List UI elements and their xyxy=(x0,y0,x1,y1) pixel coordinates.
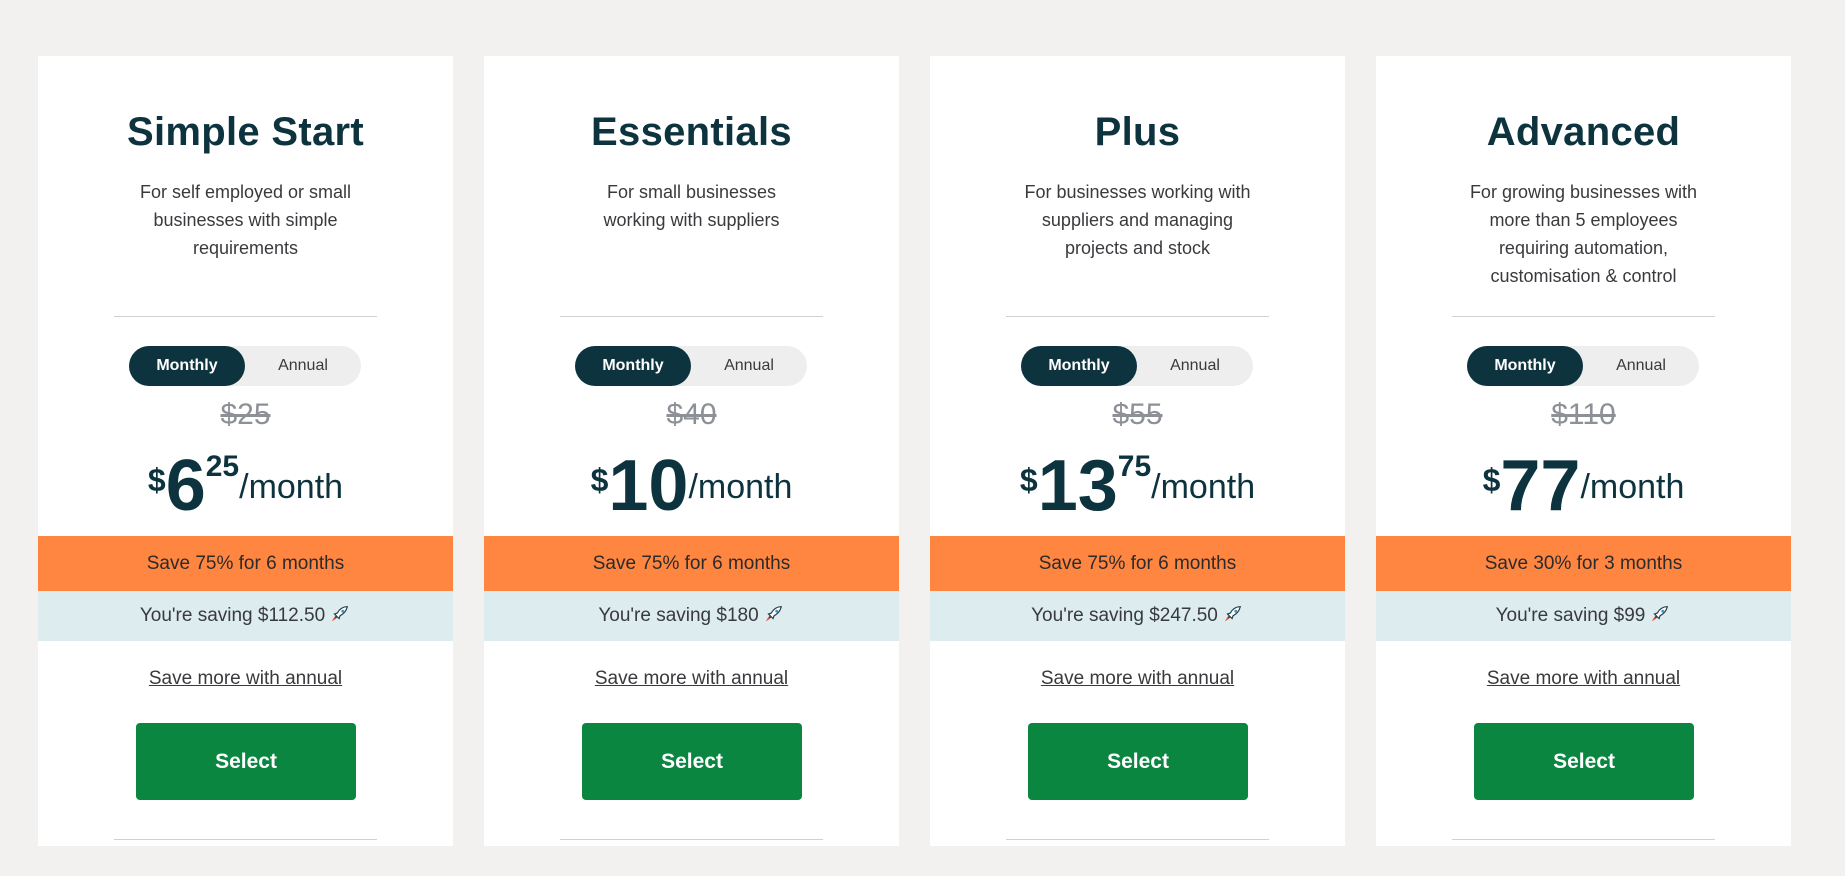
plan-description: For growing businesses with more than 5 … xyxy=(1469,182,1698,286)
plan-card-essentials: Essentials For small businesses working … xyxy=(484,56,899,846)
plan-card-advanced: Advanced For growing businesses with mor… xyxy=(1376,56,1791,846)
billing-toggle[interactable]: Monthly Annual xyxy=(575,346,807,386)
current-price: $77/month xyxy=(1376,446,1791,526)
price-whole: 77 xyxy=(1500,446,1581,526)
plan-card-plus: Plus For businesses working with supplie… xyxy=(930,56,1345,846)
saving-banner: You're saving $99 xyxy=(1376,591,1791,641)
save-more-annual-link[interactable]: Save more with annual xyxy=(38,668,453,690)
original-price: $55 xyxy=(1112,398,1163,431)
price-period: /month xyxy=(688,468,793,506)
select-button[interactable]: Select xyxy=(1474,723,1694,800)
promo-banner: Save 75% for 6 months xyxy=(38,536,453,591)
plan-title: Essentials xyxy=(591,110,792,154)
toggle-monthly[interactable]: Monthly xyxy=(1021,346,1137,386)
rocket-icon xyxy=(765,606,782,622)
saving-text: You're saving $247.50 xyxy=(1031,605,1218,626)
select-button[interactable]: Select xyxy=(1028,723,1248,800)
toggle-annual[interactable]: Annual xyxy=(245,346,361,386)
toggle-monthly[interactable]: Monthly xyxy=(575,346,691,386)
promo-banner: Save 75% for 6 months xyxy=(484,536,899,591)
divider xyxy=(1006,839,1269,840)
plan-title: Simple Start xyxy=(127,110,364,154)
divider xyxy=(114,316,377,317)
price-currency: $ xyxy=(590,462,609,498)
toggle-annual[interactable]: Annual xyxy=(1583,346,1699,386)
pricing-cards: Simple Start For self employed or small … xyxy=(38,56,1791,846)
price-period: /month xyxy=(1151,468,1256,506)
rocket-icon xyxy=(331,606,349,622)
saving-text: You're saving $99 xyxy=(1495,605,1646,626)
saving-text: You're saving $180 xyxy=(598,605,759,626)
divider xyxy=(560,839,823,840)
divider xyxy=(114,839,377,840)
toggle-monthly[interactable]: Monthly xyxy=(129,346,245,386)
promo-banner: Save 75% for 6 months xyxy=(930,536,1345,591)
rocket-icon xyxy=(1652,606,1669,622)
save-more-annual-link[interactable]: Save more with annual xyxy=(484,668,899,690)
original-price: $110 xyxy=(1551,398,1616,431)
divider xyxy=(560,316,823,317)
current-price: $625/month xyxy=(38,446,453,526)
original-price: $25 xyxy=(220,398,271,431)
current-price: $1375/month xyxy=(930,446,1345,526)
divider xyxy=(1452,839,1715,840)
rocket-icon xyxy=(1224,606,1241,622)
price-period: /month xyxy=(1580,468,1685,506)
save-more-annual-link[interactable]: Save more with annual xyxy=(1376,668,1791,690)
plan-title: Advanced xyxy=(1486,110,1681,154)
price-whole: 10 xyxy=(608,446,689,526)
price-cents: 75 xyxy=(1117,450,1152,483)
billing-toggle[interactable]: Monthly Annual xyxy=(129,346,361,386)
saving-banner: You're saving $180 xyxy=(484,591,899,641)
current-price: $10/month xyxy=(484,446,899,526)
saving-text: You're saving $112.50 xyxy=(139,605,326,626)
price-currency: $ xyxy=(1482,462,1501,498)
price-whole: 6 xyxy=(165,446,206,526)
toggle-annual[interactable]: Annual xyxy=(1137,346,1253,386)
toggle-monthly[interactable]: Monthly xyxy=(1467,346,1583,386)
billing-toggle[interactable]: Monthly Annual xyxy=(1021,346,1253,386)
price-currency: $ xyxy=(1019,462,1038,498)
divider xyxy=(1452,316,1715,317)
divider xyxy=(1006,316,1269,317)
select-button[interactable]: Select xyxy=(582,723,802,800)
original-price: $40 xyxy=(666,398,717,431)
price-cents: 25 xyxy=(205,450,240,483)
saving-banner: You're saving $247.50 xyxy=(930,591,1345,641)
save-more-annual-link[interactable]: Save more with annual xyxy=(930,668,1345,690)
toggle-annual[interactable]: Annual xyxy=(691,346,807,386)
plan-card-simple-start: Simple Start For self employed or small … xyxy=(38,56,453,846)
plan-description: For businesses working with suppliers an… xyxy=(1024,182,1251,258)
promo-banner: Save 30% for 3 months xyxy=(1376,536,1791,591)
plan-description: For small businesses working with suppli… xyxy=(603,182,780,230)
plan-description: For self employed or small businesses wi… xyxy=(139,182,352,258)
price-whole: 13 xyxy=(1037,446,1118,526)
billing-toggle[interactable]: Monthly Annual xyxy=(1467,346,1699,386)
saving-banner: You're saving $112.50 xyxy=(38,591,453,641)
select-button[interactable]: Select xyxy=(136,723,356,800)
price-currency: $ xyxy=(147,462,166,498)
plan-title: Plus xyxy=(1094,110,1181,154)
price-period: /month xyxy=(239,468,344,506)
